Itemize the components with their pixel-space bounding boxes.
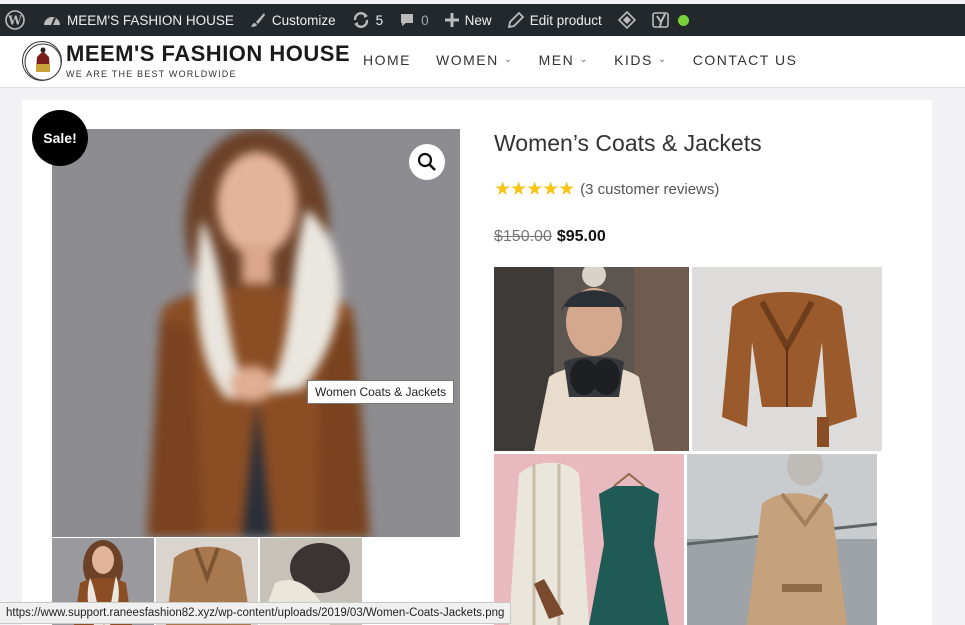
new-content-link[interactable]: New	[437, 4, 500, 36]
site-name-menu[interactable]: MEEM'S FASHION HOUSE	[35, 4, 242, 36]
nav-item-kids[interactable]: KIDS ⌄	[614, 52, 668, 68]
updates-link[interactable]: 5	[344, 4, 392, 36]
plus-icon	[444, 13, 459, 27]
edit-product-label: Edit product	[529, 12, 602, 28]
nav-item-men[interactable]: MEN ⌄	[539, 52, 590, 68]
seo-status-dot	[677, 14, 689, 26]
zoom-button[interactable]	[409, 144, 445, 180]
product-price: $150.00 $95.00	[494, 228, 606, 246]
new-label: New	[464, 12, 492, 28]
reviews-link[interactable]: (3 customer reviews)	[580, 181, 719, 198]
svg-text:W: W	[7, 14, 22, 28]
customize-link[interactable]: Customize	[242, 4, 344, 36]
product-photo-winter-look[interactable]	[494, 267, 689, 451]
nav-contact-label: CONTACT US	[692, 52, 798, 68]
nav-item-women[interactable]: WOMEN ⌄	[436, 52, 514, 68]
nav-kids-label: KIDS	[614, 52, 653, 68]
sale-price: $95.00	[556, 228, 606, 245]
main-product-image[interactable]	[52, 129, 460, 537]
nav-women-label: WOMEN	[436, 52, 499, 68]
brush-icon	[250, 13, 265, 27]
chevron-down-icon: ⌄	[657, 53, 668, 65]
product-photo-trench-coat[interactable]	[687, 454, 877, 625]
comments-count: 0	[421, 12, 429, 28]
nav-item-contact[interactable]: CONTACT US	[693, 52, 798, 68]
magnifier-icon	[417, 152, 436, 171]
yoast-seo-icon[interactable]	[644, 4, 697, 36]
wordpress-logo-icon[interactable]: W	[0, 4, 35, 36]
site-name-label: MEEM'S FASHION HOUSE	[67, 12, 234, 28]
dashboard-icon	[44, 17, 60, 26]
nav-men-label: MEN	[538, 52, 575, 68]
edit-product-link[interactable]: Edit product	[500, 4, 610, 36]
updates-count: 5	[375, 12, 384, 28]
nav-item-home[interactable]: HOME	[363, 52, 411, 68]
comments-link[interactable]: 0	[391, 4, 437, 36]
browser-status-url: https://www.support.raneesfashion82.xyz/…	[0, 602, 512, 624]
product-photo-leather-jacket[interactable]	[692, 267, 882, 451]
site-tagline: WE ARE THE BEST WORLDWIDE	[66, 69, 237, 79]
product-rating: ★★★★★ (3 customer reviews)	[494, 178, 719, 201]
sale-badge: Sale!	[32, 110, 88, 166]
updates-icon	[353, 12, 368, 28]
site-title[interactable]: MEEM'S FASHION HOUSE	[66, 41, 350, 67]
regular-price: $150.00	[494, 228, 552, 245]
chevron-down-icon: ⌄	[503, 53, 514, 65]
product-photo-coat-and-dress[interactable]	[494, 454, 684, 625]
main-nav: HOME WOMEN ⌄ MEN ⌄ KIDS ⌄ CONTACT US	[363, 52, 822, 68]
nav-home-label: HOME	[363, 52, 411, 68]
customize-label: Customize	[271, 12, 336, 28]
pencil-icon	[507, 12, 524, 28]
comment-icon	[401, 14, 414, 26]
admin-bar: W MEEM'S FASHION HOUSE Customize 5 0 New…	[0, 4, 965, 36]
product-title: Women’s Coats & Jackets	[494, 130, 762, 156]
diamond-plugin-icon[interactable]	[610, 4, 644, 36]
rating-stars: ★★★★★	[494, 179, 575, 200]
chevron-down-icon: ⌄	[579, 53, 590, 65]
site-logo[interactable]	[22, 41, 62, 81]
site-header: MEEM'S FASHION HOUSE WE ARE THE BEST WOR…	[0, 36, 965, 88]
image-tooltip: Women Coats & Jackets	[307, 380, 455, 404]
